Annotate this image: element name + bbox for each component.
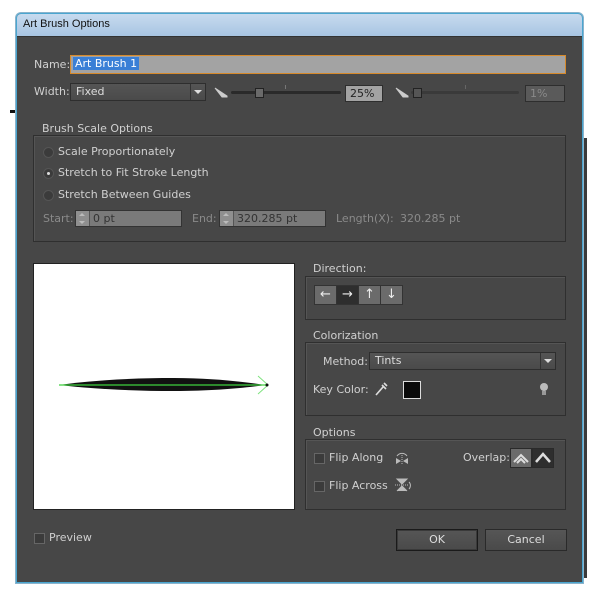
chevron-down-icon <box>190 84 205 100</box>
width-dropdown-value: Fixed <box>76 85 105 98</box>
name-label: Name: <box>34 58 71 71</box>
arrow-up-icon: ↑ <box>364 287 375 302</box>
width-percent-value: 25% <box>350 87 375 100</box>
width-dropdown[interactable]: Fixed <box>70 83 206 101</box>
radio-label: Stretch to Fit Stroke Length <box>58 166 209 179</box>
stepper-icon[interactable] <box>76 211 90 226</box>
stepper-icon[interactable] <box>220 211 234 226</box>
radio-button[interactable] <box>43 168 54 179</box>
start-label: Start: <box>43 212 74 225</box>
name-input-value: Art Brush 1 <box>73 57 140 70</box>
variation-percent-value: 1% <box>530 87 548 100</box>
flip-across-label: Flip Across <box>329 479 388 492</box>
colorization-title: Colorization <box>310 329 382 342</box>
key-color-label: Key Color: <box>313 383 369 396</box>
start-value: 0 pt <box>93 212 115 225</box>
ok-button[interactable]: OK <box>396 529 478 551</box>
arrow-left-icon: ← <box>320 287 331 302</box>
variation-slider-track <box>411 91 519 94</box>
overlap-label: Overlap: <box>463 451 510 464</box>
start-input[interactable]: 0 pt <box>75 210 182 227</box>
radio-label: Scale Proportionately <box>58 145 176 158</box>
length-value: 320.285 pt <box>400 212 461 225</box>
width-slider-tick <box>285 85 286 89</box>
eyedropper-icon[interactable] <box>374 381 388 397</box>
key-color-swatch[interactable] <box>403 381 421 399</box>
checkbox[interactable] <box>314 453 325 464</box>
stroke-endpoint <box>265 383 269 387</box>
width-label: Width: <box>34 85 70 98</box>
title-bar[interactable]: Art Brush Options <box>17 14 582 37</box>
preview-label: Preview <box>49 531 92 544</box>
method-dropdown-value: Tints <box>375 354 402 367</box>
flip-along-label: Flip Along <box>329 451 384 464</box>
tips-lightbulb-icon[interactable] <box>539 382 549 396</box>
checkbox[interactable] <box>34 533 45 544</box>
chevron-down-icon <box>540 353 555 369</box>
brush-scale-options-title: Brush Scale Options <box>39 122 156 135</box>
variation-slider-tick <box>465 85 466 89</box>
arrow-down-icon: ↓ <box>386 287 397 302</box>
brush-preview-canvas <box>33 263 295 510</box>
end-label: End: <box>192 212 217 225</box>
flip-along-icon <box>396 452 408 465</box>
art-brush-options-dialog: Art Brush Options Name: Art Brush 1 Widt… <box>16 13 583 583</box>
radio-button[interactable] <box>43 147 54 158</box>
brush-stroke-preview <box>59 375 269 395</box>
options-title: Options <box>310 426 359 439</box>
overlap-option-1-button[interactable] <box>510 448 532 468</box>
direction-down-button[interactable]: ↓ <box>380 285 403 305</box>
width-slider-track <box>231 91 341 94</box>
background-artifact <box>10 110 15 113</box>
cancel-button[interactable]: Cancel <box>485 529 567 551</box>
length-label: Length(X): <box>336 212 394 225</box>
radio-button[interactable] <box>43 190 54 201</box>
checkbox[interactable] <box>314 481 325 492</box>
width-slider-thumb[interactable] <box>254 88 264 98</box>
radio-label: Stretch Between Guides <box>58 188 191 201</box>
direction-up-button[interactable]: ↑ <box>358 285 381 305</box>
method-label: Method: <box>323 355 368 368</box>
overlap-adjust-icon <box>513 453 529 464</box>
variation-slider-thumb[interactable] <box>413 88 423 98</box>
end-value: 320.285 pt <box>237 212 298 225</box>
flip-across-icon <box>395 478 411 492</box>
name-input[interactable]: Art Brush 1 <box>70 55 566 74</box>
dialog-title: Art Brush Options <box>23 18 110 30</box>
overlap-option-2-button[interactable] <box>532 448 554 468</box>
variation-percent-input[interactable]: 1% <box>525 85 565 102</box>
width-percent-input[interactable]: 25% <box>345 85 383 102</box>
method-dropdown[interactable]: Tints <box>369 352 556 370</box>
end-input[interactable]: 320.285 pt <box>219 210 326 227</box>
arrow-right-icon: → <box>342 287 353 302</box>
variation-slider[interactable] <box>411 85 519 99</box>
overlap-corner-icon <box>535 452 551 463</box>
width-variation-icon-2 <box>395 87 409 98</box>
width-slider[interactable] <box>231 85 341 99</box>
direction-left-button[interactable]: ← <box>314 285 337 305</box>
direction-title: Direction: <box>310 262 370 275</box>
width-variation-icon <box>214 87 228 98</box>
direction-right-button[interactable]: → <box>336 285 359 305</box>
